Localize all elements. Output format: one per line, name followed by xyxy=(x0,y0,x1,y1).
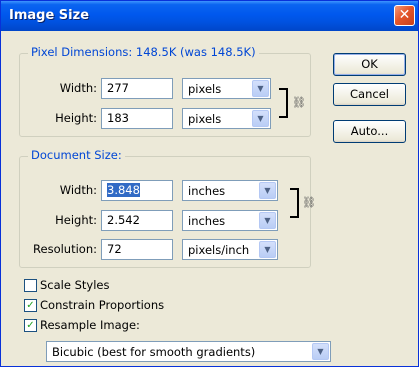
resolution-label: Resolution: xyxy=(33,242,97,256)
dialog-title: Image Size xyxy=(9,8,90,23)
pixel-height-value: 183 xyxy=(107,111,129,125)
chevron-down-icon[interactable]: ▼ xyxy=(252,110,269,127)
pixel-width-unit-value: pixels xyxy=(188,82,222,96)
doc-width-input[interactable]: 3.848 xyxy=(101,180,173,201)
scale-styles-checkbox[interactable] xyxy=(24,279,37,292)
chevron-down-icon[interactable]: ▼ xyxy=(252,80,269,97)
doc-height-label: Height: xyxy=(55,213,97,227)
chain-link-icon: ⛓ xyxy=(302,196,316,209)
chain-link-icon: ⛓ xyxy=(292,96,306,109)
pixel-width-label: Width: xyxy=(59,81,97,95)
scale-styles-label: Scale Styles xyxy=(40,278,110,292)
image-size-dialog: Image Size ✕ Pixel Dimensions: 148.5K (w… xyxy=(0,0,419,367)
constrain-proportions-label: Constrain Proportions xyxy=(40,298,165,312)
doc-height-input[interactable]: 2.542 xyxy=(101,210,173,231)
close-button[interactable]: ✕ xyxy=(394,5,415,26)
doc-width-value: 3.848 xyxy=(107,183,140,197)
cancel-button[interactable]: Cancel xyxy=(333,83,406,106)
doc-width-unit-value: inches xyxy=(188,184,226,198)
resolution-unit-value: pixels/inch xyxy=(188,243,250,257)
resample-method-value: Bicubic (best for smooth gradients) xyxy=(52,345,256,359)
resolution-input[interactable]: 72 xyxy=(101,239,173,260)
checkmark-icon: ✓ xyxy=(26,300,35,311)
doc-height-unit-select[interactable]: inches ▼ xyxy=(182,210,278,231)
chevron-down-icon[interactable]: ▼ xyxy=(312,343,329,360)
document-size-legend: Document Size: xyxy=(28,148,125,162)
title-bar[interactable]: Image Size ✕ xyxy=(1,1,418,31)
chevron-down-icon[interactable]: ▼ xyxy=(259,182,276,199)
pixel-width-input[interactable]: 277 xyxy=(101,78,173,99)
pixel-width-unit-select[interactable]: pixels ▼ xyxy=(182,78,271,99)
pixel-dimensions-legend: Pixel Dimensions: 148.5K (was 148.5K) xyxy=(28,45,259,59)
ok-button[interactable]: OK xyxy=(333,53,406,76)
chevron-down-icon[interactable]: ▼ xyxy=(259,212,276,229)
close-icon: ✕ xyxy=(398,7,411,23)
pixel-constrain-bracket xyxy=(279,88,288,118)
pixel-width-value: 277 xyxy=(107,81,129,95)
resample-method-select[interactable]: Bicubic (best for smooth gradients) ▼ xyxy=(46,341,331,362)
resample-image-label: Resample Image: xyxy=(40,318,140,332)
pixel-height-label: Height: xyxy=(55,111,97,125)
doc-width-unit-select[interactable]: inches ▼ xyxy=(182,180,278,201)
pixel-height-unit-value: pixels xyxy=(188,112,222,126)
doc-constrain-bracket xyxy=(290,188,299,218)
pixel-height-unit-select[interactable]: pixels ▼ xyxy=(182,108,271,129)
doc-width-label: Width: xyxy=(59,183,97,197)
checkmark-icon: ✓ xyxy=(26,320,35,331)
doc-height-value: 2.542 xyxy=(107,213,140,227)
auto-button[interactable]: Auto... xyxy=(333,120,406,143)
constrain-proportions-checkbox[interactable]: ✓ xyxy=(24,299,37,312)
doc-height-unit-value: inches xyxy=(188,214,226,228)
chevron-down-icon[interactable]: ▼ xyxy=(259,241,276,258)
resolution-value: 72 xyxy=(107,242,122,256)
resolution-unit-select[interactable]: pixels/inch ▼ xyxy=(182,239,278,260)
resample-image-checkbox[interactable]: ✓ xyxy=(24,319,37,332)
pixel-height-input[interactable]: 183 xyxy=(101,108,173,129)
